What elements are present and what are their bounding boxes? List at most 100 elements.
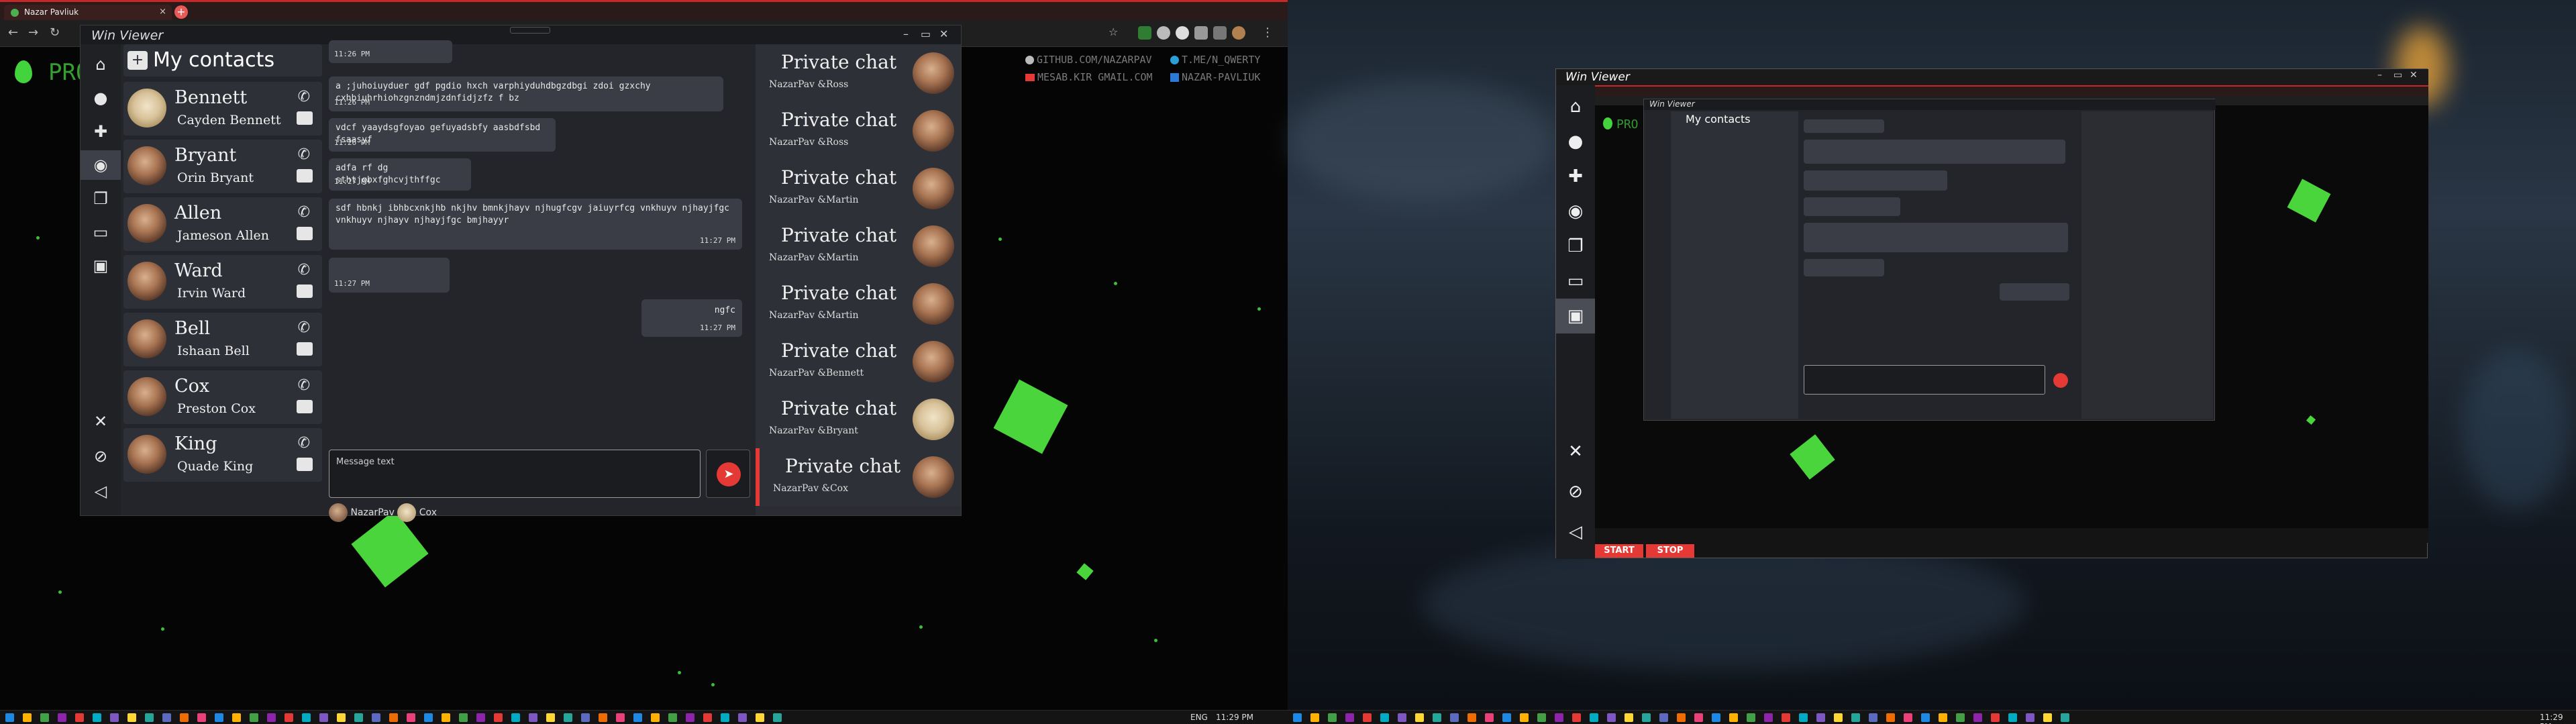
taskbar-app-icon[interactable]	[581, 713, 590, 722]
clock[interactable]: 11:29 PM	[1216, 713, 1253, 722]
close-button[interactable]: ✕	[2410, 70, 2418, 81]
taskbar-app-icon[interactable]	[23, 713, 32, 722]
video-icon[interactable]: ▣	[81, 251, 121, 280]
taskbar-app-icon[interactable]	[267, 713, 276, 722]
private-chat-item[interactable]: Private chat NazarPav &Ross	[756, 44, 961, 102]
taskbar-app-icon[interactable]	[1555, 713, 1563, 722]
stop-button[interactable]: STOP	[1646, 544, 1694, 558]
start-button[interactable]: START	[1595, 544, 1643, 558]
phone-icon[interactable]: ✆	[298, 262, 310, 278]
send-button[interactable]: ➤	[706, 450, 750, 498]
taskbar-app-icon[interactable]	[1677, 713, 1686, 722]
speaker-off-icon[interactable]: ◁	[81, 476, 121, 506]
contact-item[interactable]: Ward Irvin Ward ✆	[123, 255, 322, 309]
telegram-link[interactable]: T.ME/N_QWERTY	[1170, 54, 1260, 66]
contact-item[interactable]: Cox Preston Cox ✆	[123, 370, 322, 424]
taskbar-app-icon[interactable]	[1467, 713, 1476, 722]
group-icon[interactable]: ◉	[1556, 194, 1595, 229]
video-icon[interactable]: ▣	[1556, 299, 1595, 333]
phone-icon[interactable]: ✆	[298, 146, 310, 163]
browser-tab[interactable]: Nazar Pavliuk ×	[4, 5, 172, 20]
extensions-puzzle-icon[interactable]	[1194, 26, 1208, 40]
taskbar-app-icon[interactable]	[162, 713, 171, 722]
taskbar-app-icon[interactable]	[127, 713, 136, 722]
phone-icon[interactable]: ✆	[298, 204, 310, 221]
speaker-off-icon[interactable]: ◁	[1556, 515, 1595, 550]
taskbar-app-icon[interactable]	[1415, 713, 1424, 722]
taskbar-app-icon[interactable]	[1694, 713, 1703, 722]
taskbar-app-icon[interactable]	[1659, 713, 1668, 722]
message-icon[interactable]	[297, 458, 313, 471]
taskbar-app-icon[interactable]	[93, 713, 101, 722]
taskbar-app-icon[interactable]	[197, 713, 206, 722]
taskbar-app-icon[interactable]	[1398, 713, 1406, 722]
taskbar-app-icon[interactable]	[1345, 713, 1354, 722]
language-indicator[interactable]: ENG	[1190, 713, 1208, 722]
taskbar-app-icon[interactable]	[145, 713, 154, 722]
taskbar-app-icon[interactable]	[1520, 713, 1529, 722]
taskbar-app-icon[interactable]	[668, 713, 677, 722]
taskbar-app-icon[interactable]	[58, 713, 66, 722]
mic-off-icon[interactable]: ✕	[81, 407, 121, 436]
taskbar-app-icon[interactable]	[1816, 713, 1825, 722]
taskbar-app-icon[interactable]	[1450, 713, 1459, 722]
video-off-icon[interactable]: ⊘	[1556, 474, 1595, 509]
phone-icon[interactable]: ✆	[298, 319, 310, 336]
profile-avatar-icon[interactable]	[1232, 26, 1245, 40]
taskbar-app-icon[interactable]	[2061, 713, 2069, 722]
close-button[interactable]: ✕	[939, 28, 948, 40]
taskbar-app-icon[interactable]	[1572, 713, 1581, 722]
taskbar-app-icon[interactable]	[1712, 713, 1720, 722]
taskbar-app-icon[interactable]	[302, 713, 311, 722]
bookmark-star-icon[interactable]: ☆	[1109, 25, 1118, 38]
window-titlebar[interactable]: Win Viewer – ▭ ✕	[81, 25, 961, 44]
taskbar-app-icon[interactable]	[389, 713, 398, 722]
taskbar-app-icon[interactable]	[1921, 713, 1930, 722]
message-icon[interactable]	[297, 111, 313, 125]
tab-close-icon[interactable]: ×	[159, 7, 166, 17]
taskbar-app-icon[interactable]	[529, 713, 537, 722]
taskbar-app-icon[interactable]	[215, 713, 223, 722]
taskbar-app-icon[interactable]	[1380, 713, 1389, 722]
taskbar-app-icon[interactable]	[250, 713, 258, 722]
taskbar-app-icon[interactable]	[2008, 713, 2017, 722]
taskbar-app-icon[interactable]	[1851, 713, 1860, 722]
clock[interactable]: 11:29 PM	[2540, 713, 2576, 724]
taskbar-app-icon[interactable]	[616, 713, 625, 722]
message-input[interactable]: Message text	[329, 450, 701, 498]
contact-item[interactable]: Allen Jameson Allen ✆	[123, 197, 322, 251]
menu-kebab-icon[interactable]: ⋮	[1261, 25, 1274, 40]
taskbar-app-icon[interactable]	[459, 713, 468, 722]
taskbar-app-icon[interactable]	[1886, 713, 1895, 722]
add-contact-icon[interactable]: +	[127, 51, 148, 70]
chat-icon[interactable]: ▭	[1556, 264, 1595, 299]
minimize-button[interactable]: –	[903, 28, 909, 40]
private-chat-item[interactable]: Private chat NazarPav &Martin	[756, 275, 961, 333]
user-icon[interactable]: ●	[1556, 124, 1595, 159]
user-icon[interactable]: ●	[81, 83, 121, 113]
taskbar-app-icon[interactable]	[2026, 713, 2034, 722]
taskbar-app-icon[interactable]	[285, 713, 293, 722]
maximize-button[interactable]: ▭	[2393, 70, 2402, 81]
taskbar-app-icon[interactable]	[686, 713, 694, 722]
phone-icon[interactable]: ✆	[298, 89, 310, 105]
copy-icon[interactable]: ❐	[1556, 229, 1595, 264]
taskbar-app-icon[interactable]	[1502, 713, 1511, 722]
extension-icon[interactable]	[1138, 26, 1151, 40]
add-user-icon[interactable]: ✚	[1556, 159, 1595, 194]
drag-handle[interactable]	[510, 27, 550, 34]
private-chat-item[interactable]: Private chat NazarPav &Cox	[756, 448, 961, 506]
taskbar-app-icon[interactable]	[372, 713, 380, 722]
taskbar-app-icon[interactable]	[1485, 713, 1494, 722]
taskbar-app-icon[interactable]	[1869, 713, 1877, 722]
taskbar-app-icon[interactable]	[1293, 713, 1302, 722]
minimize-button[interactable]: –	[2377, 70, 2382, 81]
extension-icon[interactable]	[1157, 26, 1170, 40]
message-icon[interactable]	[297, 285, 313, 298]
add-user-icon[interactable]: ✚	[81, 117, 121, 146]
taskbar-app-icon[interactable]	[1642, 713, 1651, 722]
taskbar-app-icon[interactable]	[407, 713, 415, 722]
taskbar-app-icon[interactable]	[494, 713, 503, 722]
private-chat-item[interactable]: Private chat NazarPav &Ross	[756, 102, 961, 160]
linkedin-link[interactable]: NAZAR-PAVLIUK	[1170, 71, 1260, 83]
